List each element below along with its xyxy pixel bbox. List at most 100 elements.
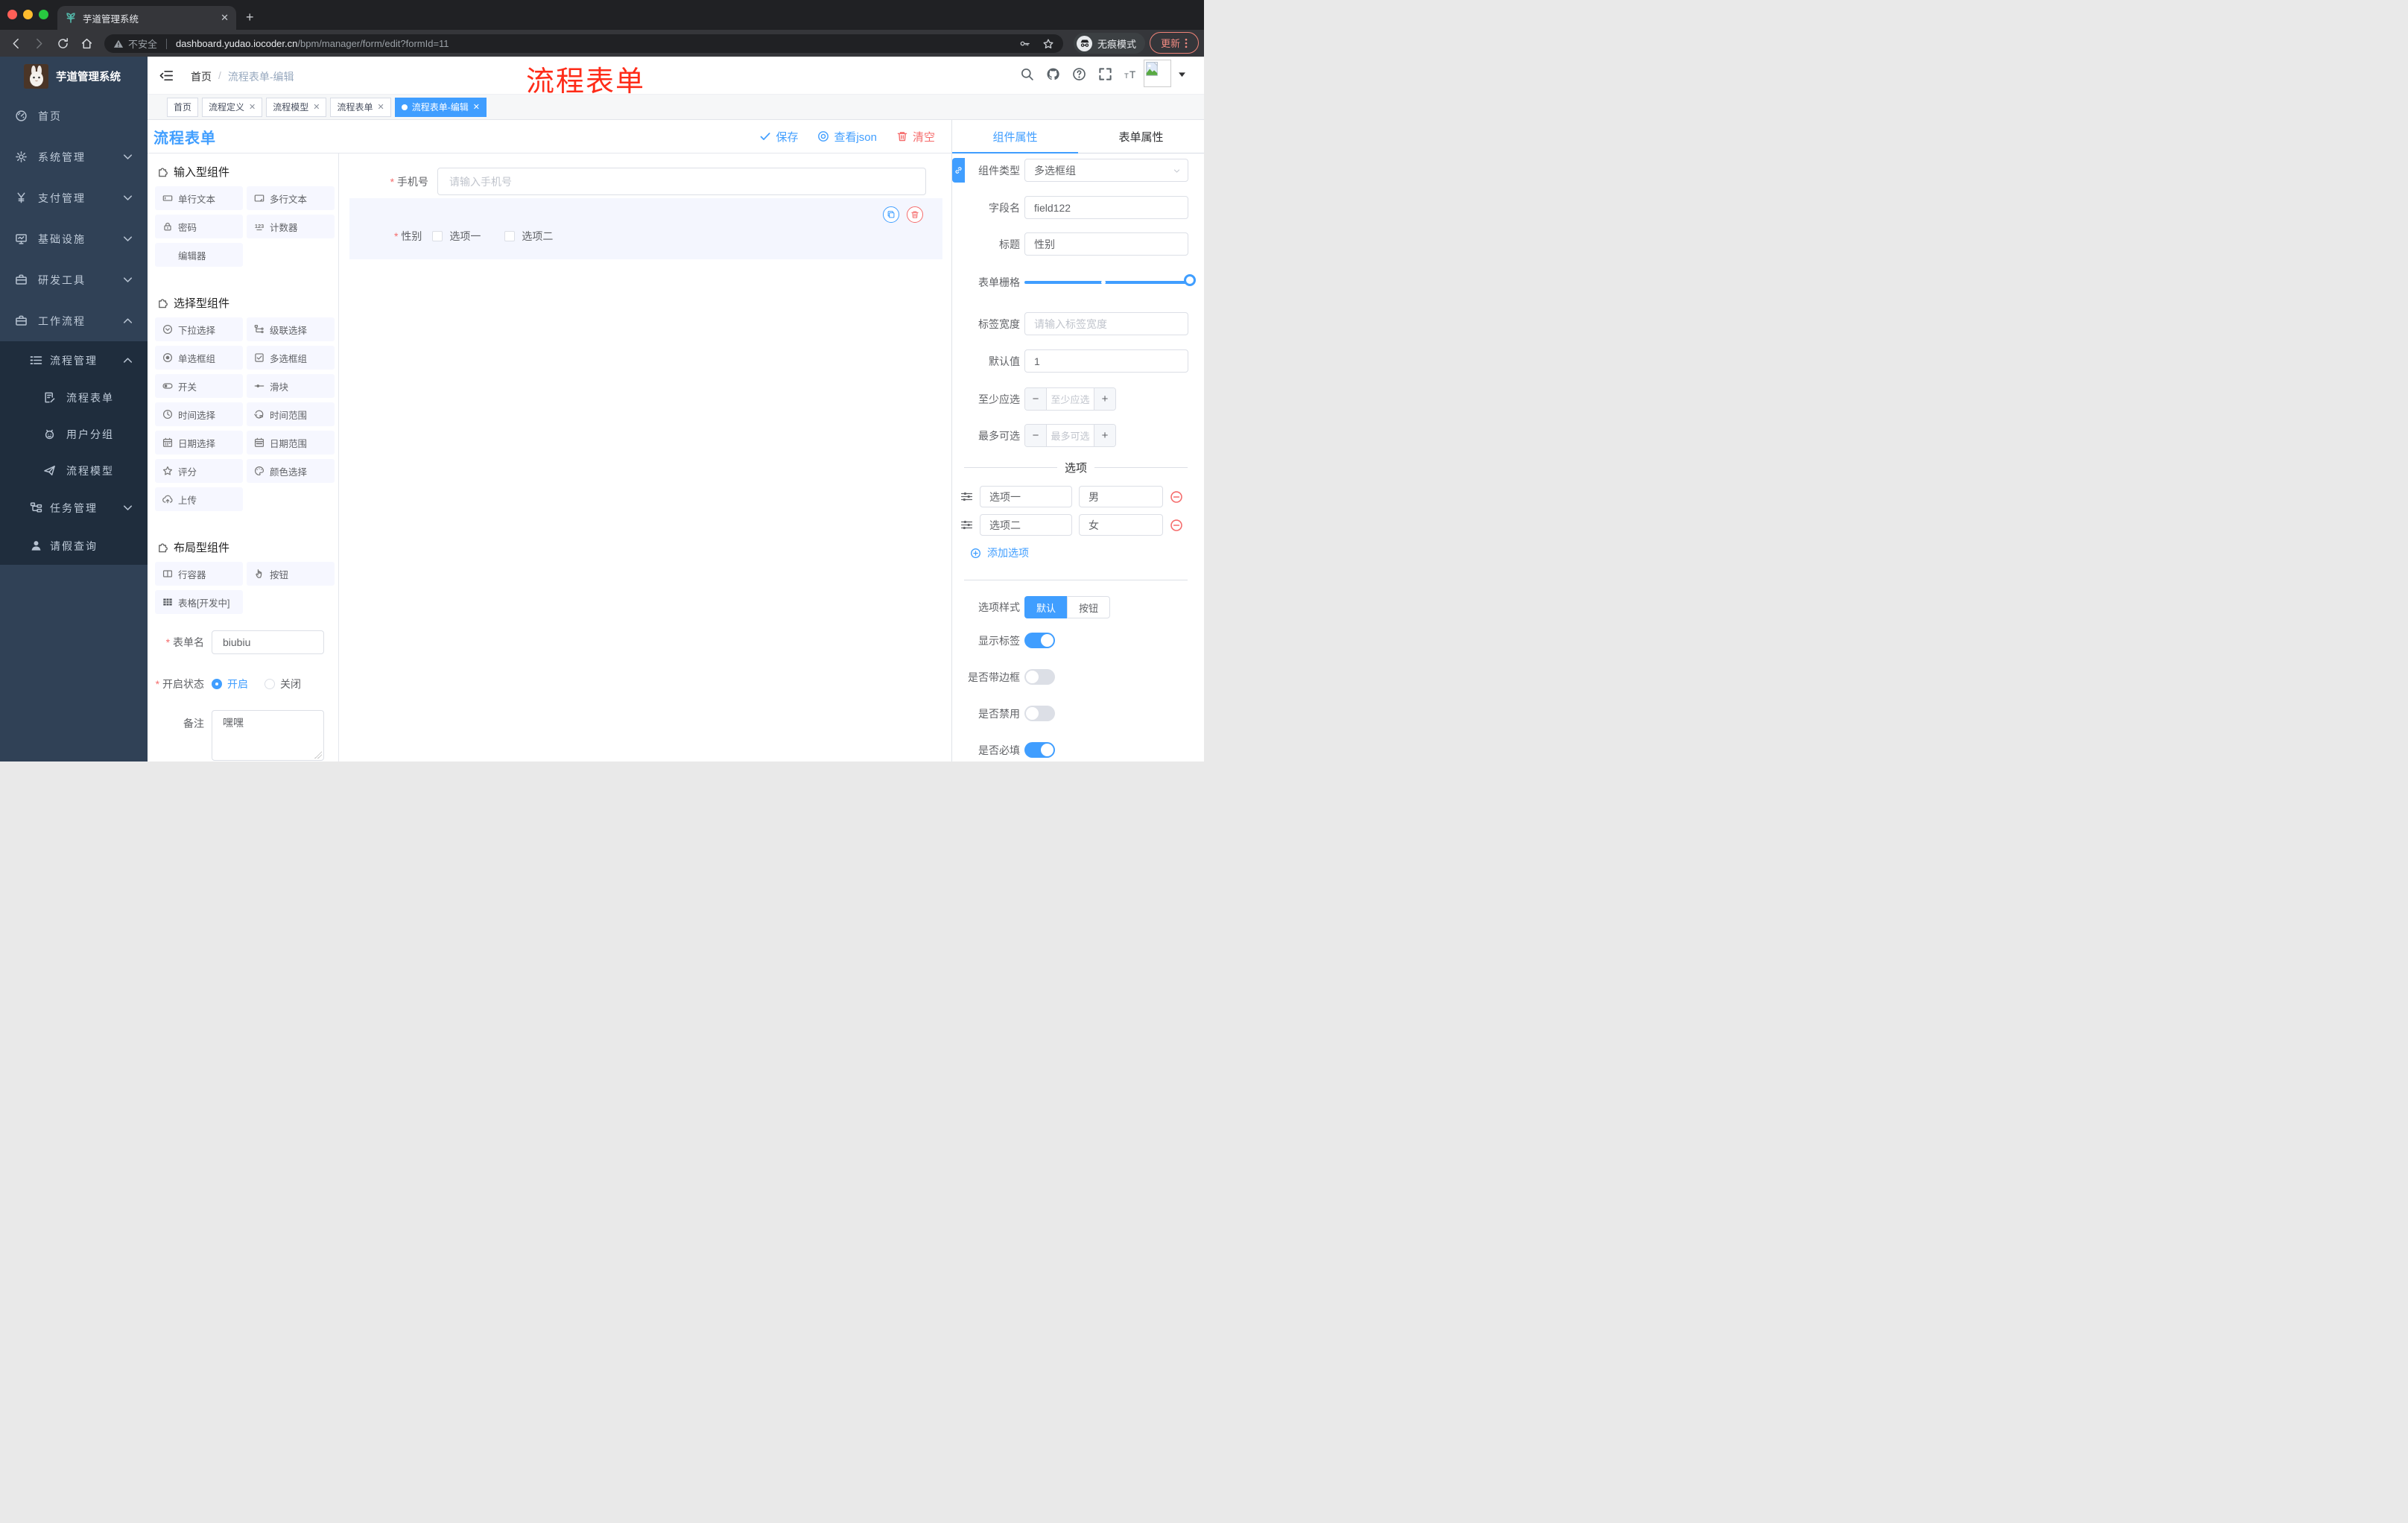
min-select-stepper[interactable]: − 至少应选 + [1024,387,1116,411]
sidebar-item-5[interactable]: 研发工具 [0,259,148,300]
tab-close-icon[interactable]: ✕ [221,12,229,24]
password-key-icon[interactable] [1019,38,1030,49]
form-grid-slider[interactable] [1024,274,1196,286]
component-单选框组[interactable]: 单选框组 [155,346,243,370]
selected-component[interactable]: 性别 选项一 选项二 [349,198,942,259]
component-单行文本[interactable]: 单行文本 [155,186,243,210]
font-size-icon[interactable]: TT [1124,67,1138,81]
tab-form-props[interactable]: 表单属性 [1078,120,1204,153]
component-时间选择[interactable]: 时间选择 [155,402,243,426]
tag-close-icon[interactable]: ✕ [313,102,320,112]
component-计数器[interactable]: 123 计数器 [247,215,335,238]
option-value-input[interactable]: 男 [1079,486,1163,507]
view-json-button[interactable]: 查看json [817,129,877,145]
decrease-button[interactable]: − [1025,388,1047,410]
tag-close-icon[interactable]: ✕ [249,102,256,112]
search-icon[interactable] [1020,67,1034,81]
sidebar-item-1[interactable]: 首页 [0,95,148,136]
browser-menu-dots-icon[interactable] [1185,38,1188,48]
github-icon[interactable] [1046,67,1060,81]
style-option-默认[interactable]: 默认 [1024,596,1068,618]
increase-button[interactable]: + [1094,388,1115,410]
tag-close-icon[interactable]: ✕ [378,102,384,112]
close-window-button[interactable] [7,10,17,19]
max-select-stepper[interactable]: − 最多可选 + [1024,424,1116,447]
toggle-switch[interactable] [1024,669,1055,685]
sidebar-item-11[interactable]: 任务管理 [0,489,148,527]
sidebar-item-6[interactable]: 工作流程 [0,300,148,341]
increase-button[interactable]: + [1094,425,1115,446]
component-级联选择[interactable]: 级联选择 [247,317,335,341]
status-on-radio[interactable]: 开启 [212,677,248,691]
remove-option-icon[interactable] [1170,490,1183,504]
avatar[interactable] [1144,60,1171,87]
tag-5[interactable]: 流程表单-编辑 ✕ [394,97,487,117]
copy-component-button[interactable] [883,206,899,223]
component-日期选择[interactable]: 日期选择 [155,431,243,455]
status-off-radio[interactable]: 关闭 [264,677,301,691]
component-编辑器[interactable]: 编辑器 [155,243,243,267]
delete-component-button[interactable] [907,206,923,223]
toggle-switch[interactable] [1024,742,1055,758]
forward-icon[interactable] [33,37,45,50]
reload-icon[interactable] [57,37,69,50]
save-button[interactable]: 保存 [759,129,798,145]
sidebar-item-2[interactable]: 系统管理 [0,136,148,177]
component-日期范围[interactable]: 日期范围 [247,431,335,455]
tag-close-icon[interactable]: ✕ [473,102,480,112]
toggle-switch[interactable] [1024,633,1055,648]
window-controls[interactable] [7,10,48,19]
sidebar-item-9[interactable]: 用户分组 [0,416,148,452]
bookmark-star-icon[interactable] [1042,38,1054,50]
tag-3[interactable]: 流程模型 ✕ [266,97,327,117]
browser-tab[interactable]: 芋道管理系统 ✕ [57,6,236,30]
form-name-input[interactable]: biubiu [212,630,324,654]
maximize-window-button[interactable] [39,10,48,19]
label-width-input[interactable]: 请输入标签宽度 [1024,312,1188,335]
checkbox-icon[interactable] [432,231,443,241]
add-option-button[interactable]: 添加选项 [970,545,1029,560]
decrease-button[interactable]: − [1025,425,1047,446]
component-上传[interactable]: 上传 [155,487,243,511]
sidebar-item-3[interactable]: 支付管理 [0,177,148,218]
component-多选框组[interactable]: 多选框组 [247,346,335,370]
sidebar-item-10[interactable]: 流程模型 [0,452,148,489]
help-icon[interactable] [1072,67,1086,81]
component-评分[interactable]: 评分 [155,459,243,483]
component-颜色选择[interactable]: 颜色选择 [247,459,335,483]
component-表格[开发中][interactable]: 表格[开发中] [155,590,243,614]
component-行容器[interactable]: 行容器 [155,562,243,586]
title-input[interactable]: 性别 [1024,232,1188,256]
home-icon[interactable] [80,37,93,50]
browser-update-button[interactable]: 更新 [1150,32,1199,54]
sidebar-item-12[interactable]: 请假查询 [0,527,148,565]
tag-2[interactable]: 流程定义 ✕ [202,97,263,117]
field-name-input[interactable]: field122 [1024,196,1188,219]
avatar-caret-icon[interactable] [1178,72,1186,77]
sidebar-collapse-icon[interactable] [159,69,174,83]
tab-component-props[interactable]: 组件属性 [952,120,1078,153]
sidebar-item-4[interactable]: 基础设施 [0,218,148,259]
remove-option-icon[interactable] [1170,519,1183,532]
tag-4[interactable]: 流程表单 ✕ [330,97,391,117]
minimize-window-button[interactable] [23,10,33,19]
clear-button[interactable]: 清空 [896,129,935,145]
tag-1[interactable]: 首页 [167,97,199,117]
toggle-switch[interactable] [1024,706,1055,721]
resize-grip[interactable] [314,751,322,759]
fullscreen-icon[interactable] [1098,67,1112,81]
form-canvas[interactable]: 手机号 请输入手机号 性别 选项一 选项二 [339,153,951,762]
component-滑块[interactable]: 滑块 [247,374,335,398]
drag-handle-icon[interactable] [960,519,973,531]
checkbox-icon[interactable] [504,231,516,241]
url-bar[interactable]: 不安全 dashboard.yudao.iocoder.cn/bpm/manag… [104,34,1063,53]
sidebar-item-8[interactable]: 流程表单 [0,379,148,416]
component-密码[interactable]: 密码 [155,215,243,238]
phone-input[interactable]: 请输入手机号 [437,168,926,195]
component-时间范围[interactable]: 时间范围 [247,402,335,426]
new-tab-button[interactable]: + [246,10,254,24]
style-option-按钮[interactable]: 按钮 [1067,596,1111,618]
component-下拉选择[interactable]: 下拉选择 [155,317,243,341]
breadcrumb-home[interactable]: 首页 [191,69,212,84]
gender-option-2[interactable]: 选项二 [504,229,553,244]
